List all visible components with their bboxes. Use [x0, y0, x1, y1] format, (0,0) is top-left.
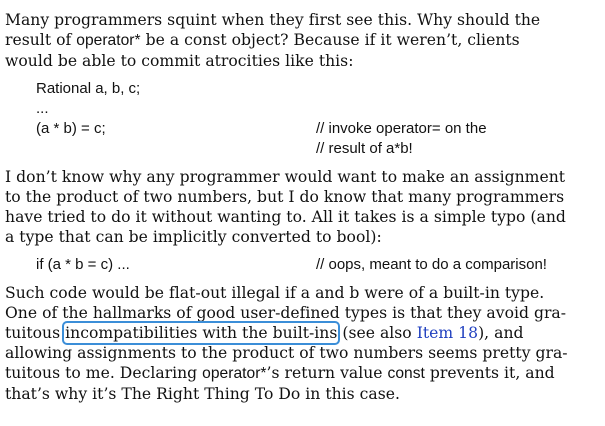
paragraph-conclusion: Such code would be flat-out illegal if a… — [5, 283, 578, 404]
text-line: that’s why it’s The Right Thing To Do in… — [5, 385, 400, 403]
text-line: tuitous to me. Declaring — [5, 364, 203, 382]
code-line: // result of a*b! — [36, 139, 578, 159]
text-line: ’s return value — [266, 364, 388, 382]
text-line: Such code would be flat-out illegal if a… — [5, 284, 545, 302]
text-line: would be able to commit atrocities like … — [5, 52, 354, 70]
highlighted-phrase[interactable]: incompatibilities with the built-ins — [62, 321, 341, 345]
paragraph-intro: Many programmers squint when they first … — [5, 10, 578, 71]
code-term: const — [387, 365, 425, 382]
document-page: Many programmers squint when they first … — [5, 10, 578, 404]
code-text: ... — [36, 100, 49, 117]
code-example-assignment: Rational a, b, c; ... (a * b) = c; // inv… — [36, 79, 578, 159]
text-line: prevents it, and — [424, 364, 555, 382]
text-line: to the product of two numbers, but I do … — [5, 188, 565, 206]
code-line: if (a * b = c) ... // oops, meant to do a… — [36, 255, 578, 275]
text-line: have tried to do it without wanting to. … — [5, 208, 566, 226]
text-line: ), and — [478, 324, 524, 342]
code-line: Rational a, b, c; — [36, 79, 578, 99]
paragraph-typo: I don’t know why any programmer would wa… — [5, 167, 578, 247]
code-text: if (a * b = c) ... — [36, 256, 130, 273]
code-example-typo: if (a * b = c) ... // oops, meant to do a… — [36, 255, 578, 275]
text-line: One of the hallmarks of good user-define… — [5, 304, 567, 322]
text-line: tuitous — [5, 324, 66, 342]
code-term: operator* — [202, 365, 267, 382]
text-line: a type that can be implicitly converted … — [5, 228, 382, 246]
text-line: result of — [5, 31, 77, 49]
code-text: Rational a, b, c; — [36, 80, 141, 97]
code-term: operator* — [76, 32, 141, 49]
code-line: (a * b) = c; // invoke operator= on the — [36, 119, 578, 139]
item-18-link[interactable]: Item 18 — [417, 324, 478, 342]
text-line: I don’t know why any programmer would wa… — [5, 168, 566, 186]
code-comment: // invoke operator= on the — [316, 120, 487, 137]
text-line: Many programmers squint when they first … — [5, 11, 541, 29]
text-line: (see also — [337, 324, 417, 342]
code-comment: // result of a*b! — [316, 140, 413, 157]
code-line: ... — [36, 99, 578, 119]
text-line: be a const object? Because if it weren’t… — [140, 31, 520, 49]
code-comment: // oops, meant to do a comparison! — [316, 256, 547, 273]
code-text: (a * b) = c; — [36, 120, 106, 137]
text-line: allowing assignments to the product of t… — [5, 344, 568, 362]
